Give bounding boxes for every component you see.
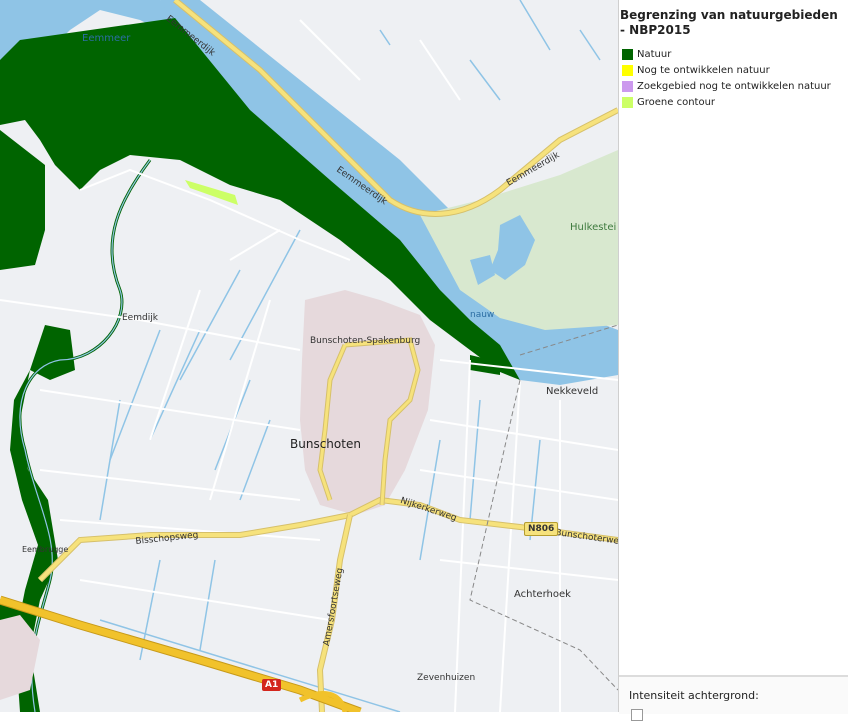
label-eembrugge: Eembrugge xyxy=(22,545,69,554)
legend-label: Natuur xyxy=(637,48,672,60)
legend-item-nog-te-ontwikkelen: Nog te ontwikkelen natuur xyxy=(622,63,770,77)
map-view[interactable]: Eemmeer Eemmeerdijk Eemmeerdijk Eemmeerd… xyxy=(0,0,618,712)
label-eemmeer: Eemmeer xyxy=(82,33,131,44)
legend-item-natuur: Natuur xyxy=(622,47,671,61)
label-hulkestein: Hulkestei xyxy=(570,222,617,233)
legend-swatch xyxy=(622,64,633,76)
label-nekkeveld: Nekkeveld xyxy=(546,386,599,397)
label-bunschoten-spakenburg: Bunschoten-Spakenburg xyxy=(310,336,421,346)
intensity-panel: Intensiteit achtergrond: xyxy=(619,675,848,721)
legend-label: Nog te ontwikkelen natuur xyxy=(637,64,770,76)
legend-swatch xyxy=(622,96,633,108)
legend-panel: Begrenzing van natuurgebieden - NBP2015 … xyxy=(618,0,848,721)
legend-title: Begrenzing van natuurgebieden - NBP2015 xyxy=(620,8,838,37)
legend-swatch xyxy=(622,80,633,92)
label-eemdijk: Eemdijk xyxy=(122,313,158,323)
legend-label: Groene contour xyxy=(637,96,716,108)
legend-item-groene-contour: Groene contour xyxy=(622,95,715,109)
n806-shield: N806 xyxy=(524,522,559,536)
legend-label: Zoekgebied nog te ontwikkelen natuur xyxy=(637,80,831,92)
a1-shield: A1 xyxy=(262,679,282,691)
intensity-label: Intensiteit achtergrond: xyxy=(629,689,759,702)
label-achterhoek: Achterhoek xyxy=(514,589,571,600)
intensity-checkbox[interactable] xyxy=(631,709,643,721)
label-nauw: nauw xyxy=(470,310,495,320)
legend-item-zoekgebied: Zoekgebied nog te ontwikkelen natuur xyxy=(622,79,831,93)
natuur-area-west xyxy=(0,130,45,270)
legend-swatch xyxy=(622,48,633,60)
urban-bunschoten xyxy=(300,290,435,515)
label-bunschoten: Bunschoten xyxy=(290,437,361,451)
label-zevenhuizen: Zevenhuizen xyxy=(417,673,476,683)
map-canvas[interactable] xyxy=(0,0,618,712)
